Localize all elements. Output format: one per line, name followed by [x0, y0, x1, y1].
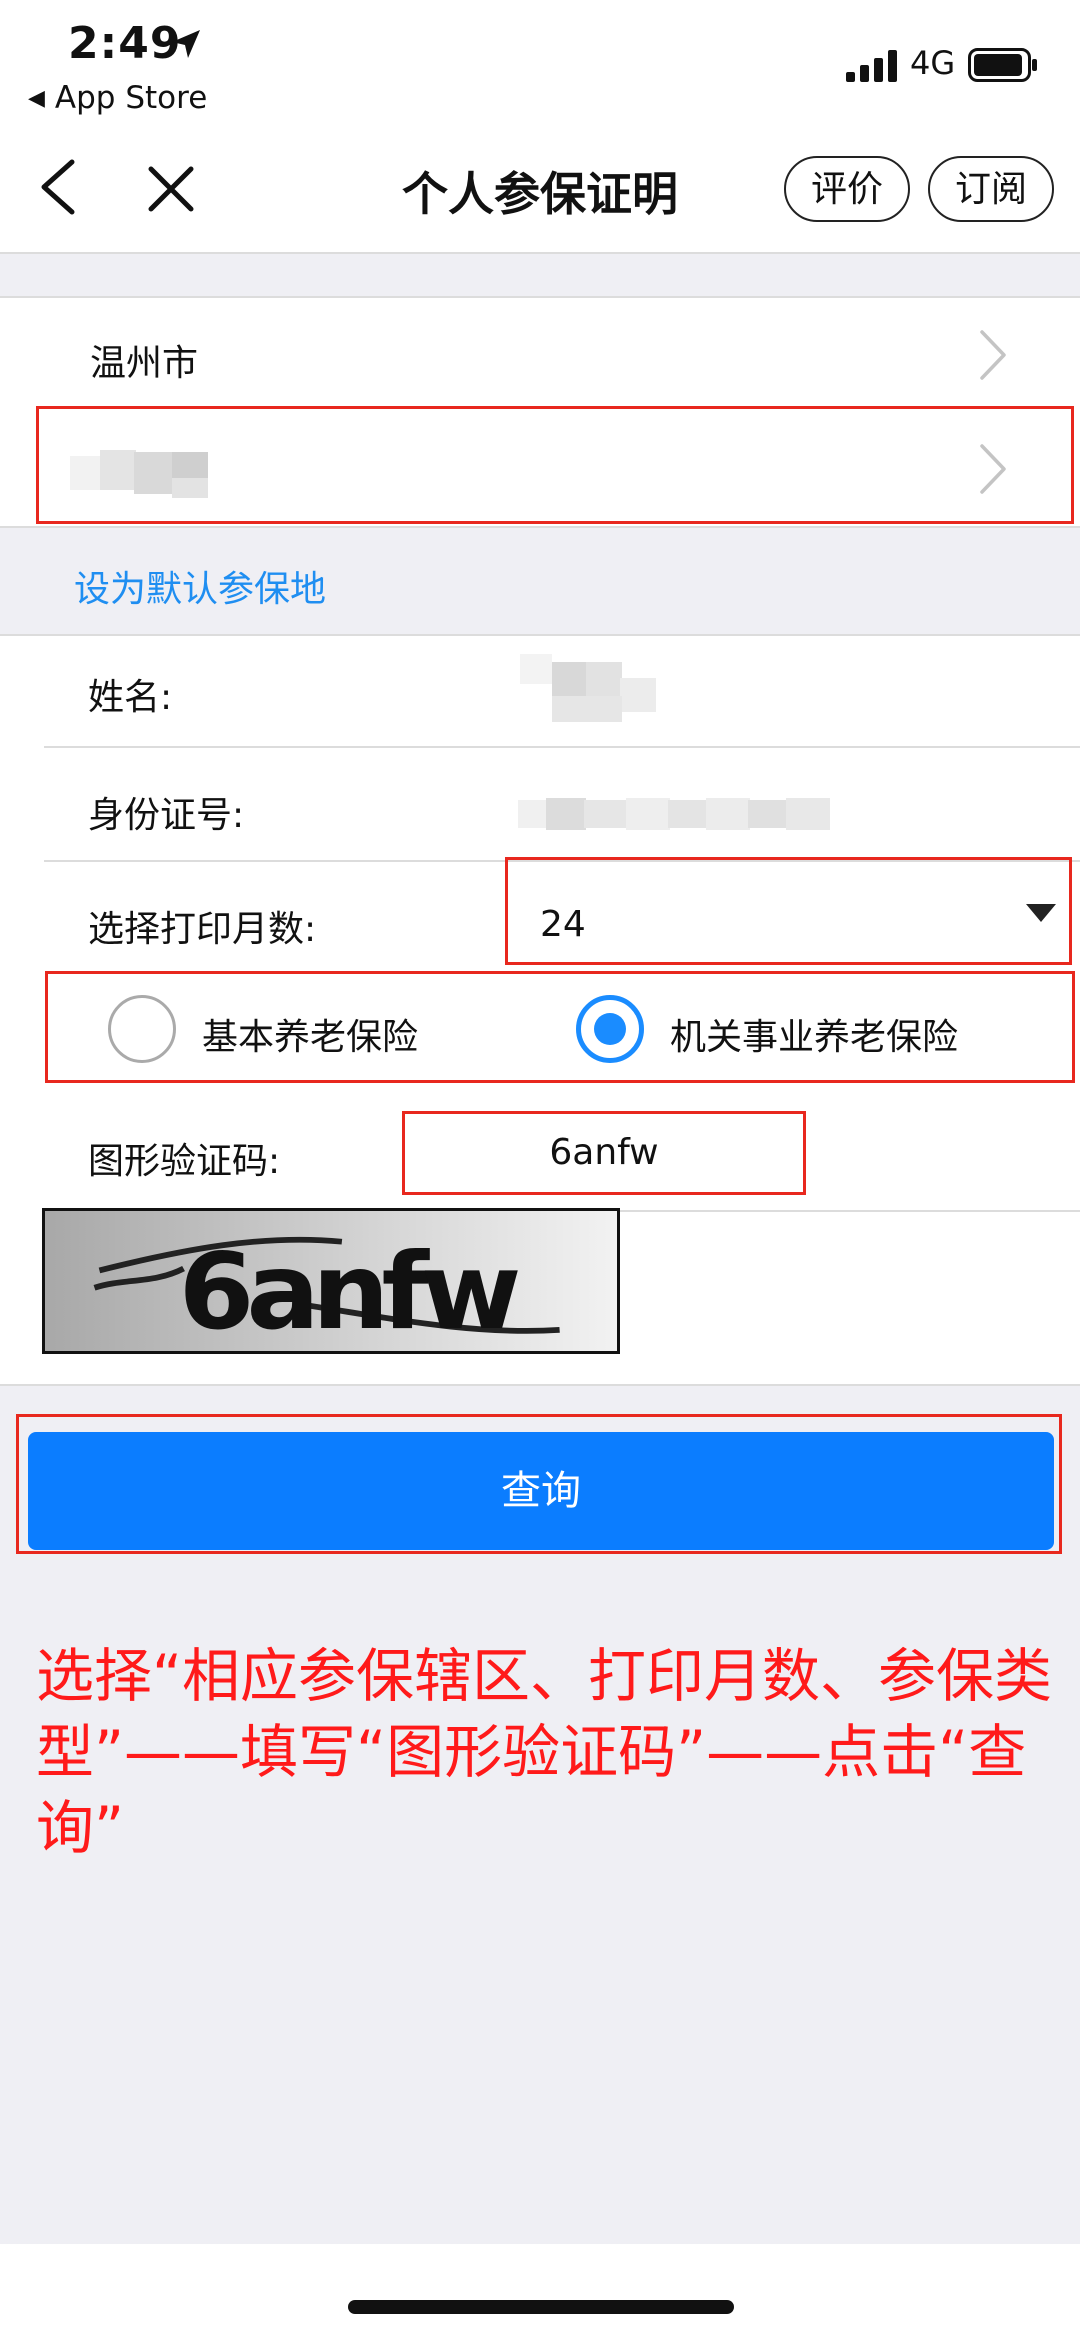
id-number-blurred-value: [518, 798, 830, 830]
back-triangle-icon: ◀: [28, 86, 45, 111]
annotation-box-months: [505, 857, 1072, 965]
id-number-label: 身份证号:: [88, 795, 245, 836]
annotation-box-captcha: [402, 1111, 806, 1195]
network-type: 4G: [910, 44, 956, 82]
back-to-app-store[interactable]: ◀ App Store: [28, 80, 207, 116]
captcha-label: 图形验证码:: [88, 1141, 281, 1182]
name-label: 姓名:: [88, 677, 173, 718]
set-default-location-link[interactable]: 设为默认参保地: [74, 560, 326, 612]
subscribe-button[interactable]: 订阅: [928, 156, 1054, 222]
cellular-signal-icon: [846, 50, 897, 82]
home-indicator[interactable]: [348, 2300, 734, 2314]
print-months-label: 选择打印月数:: [88, 909, 317, 950]
chevron-left-icon[interactable]: [36, 158, 80, 216]
rate-button[interactable]: 评价: [784, 156, 910, 222]
row-divider: [44, 746, 1080, 748]
location-arrow-icon: [172, 30, 200, 58]
city-selector-label[interactable]: 温州市: [90, 334, 198, 386]
back-app-label: App Store: [54, 80, 208, 116]
close-icon[interactable]: [146, 164, 196, 214]
annotation-box-query: [16, 1414, 1062, 1554]
captcha-image-text: 6anfw: [179, 1232, 519, 1354]
annotation-box-district: [36, 406, 1074, 524]
annotation-box-insurance-type: [45, 971, 1075, 1083]
page-title: 个人参保证明: [402, 167, 678, 221]
battery-icon: [968, 48, 1037, 82]
name-blurred-value: [520, 654, 656, 722]
status-time: 2:49: [68, 18, 182, 69]
instruction-text: 选择“相应参保辖区、打印月数、参保类型”——填写“图形验证码”——点击“查询”: [36, 1642, 1053, 1862]
bottom-safe-area: [0, 2244, 1080, 2339]
chevron-right-icon[interactable]: [978, 328, 1008, 382]
captcha-image[interactable]: 6anfw: [42, 1208, 620, 1354]
